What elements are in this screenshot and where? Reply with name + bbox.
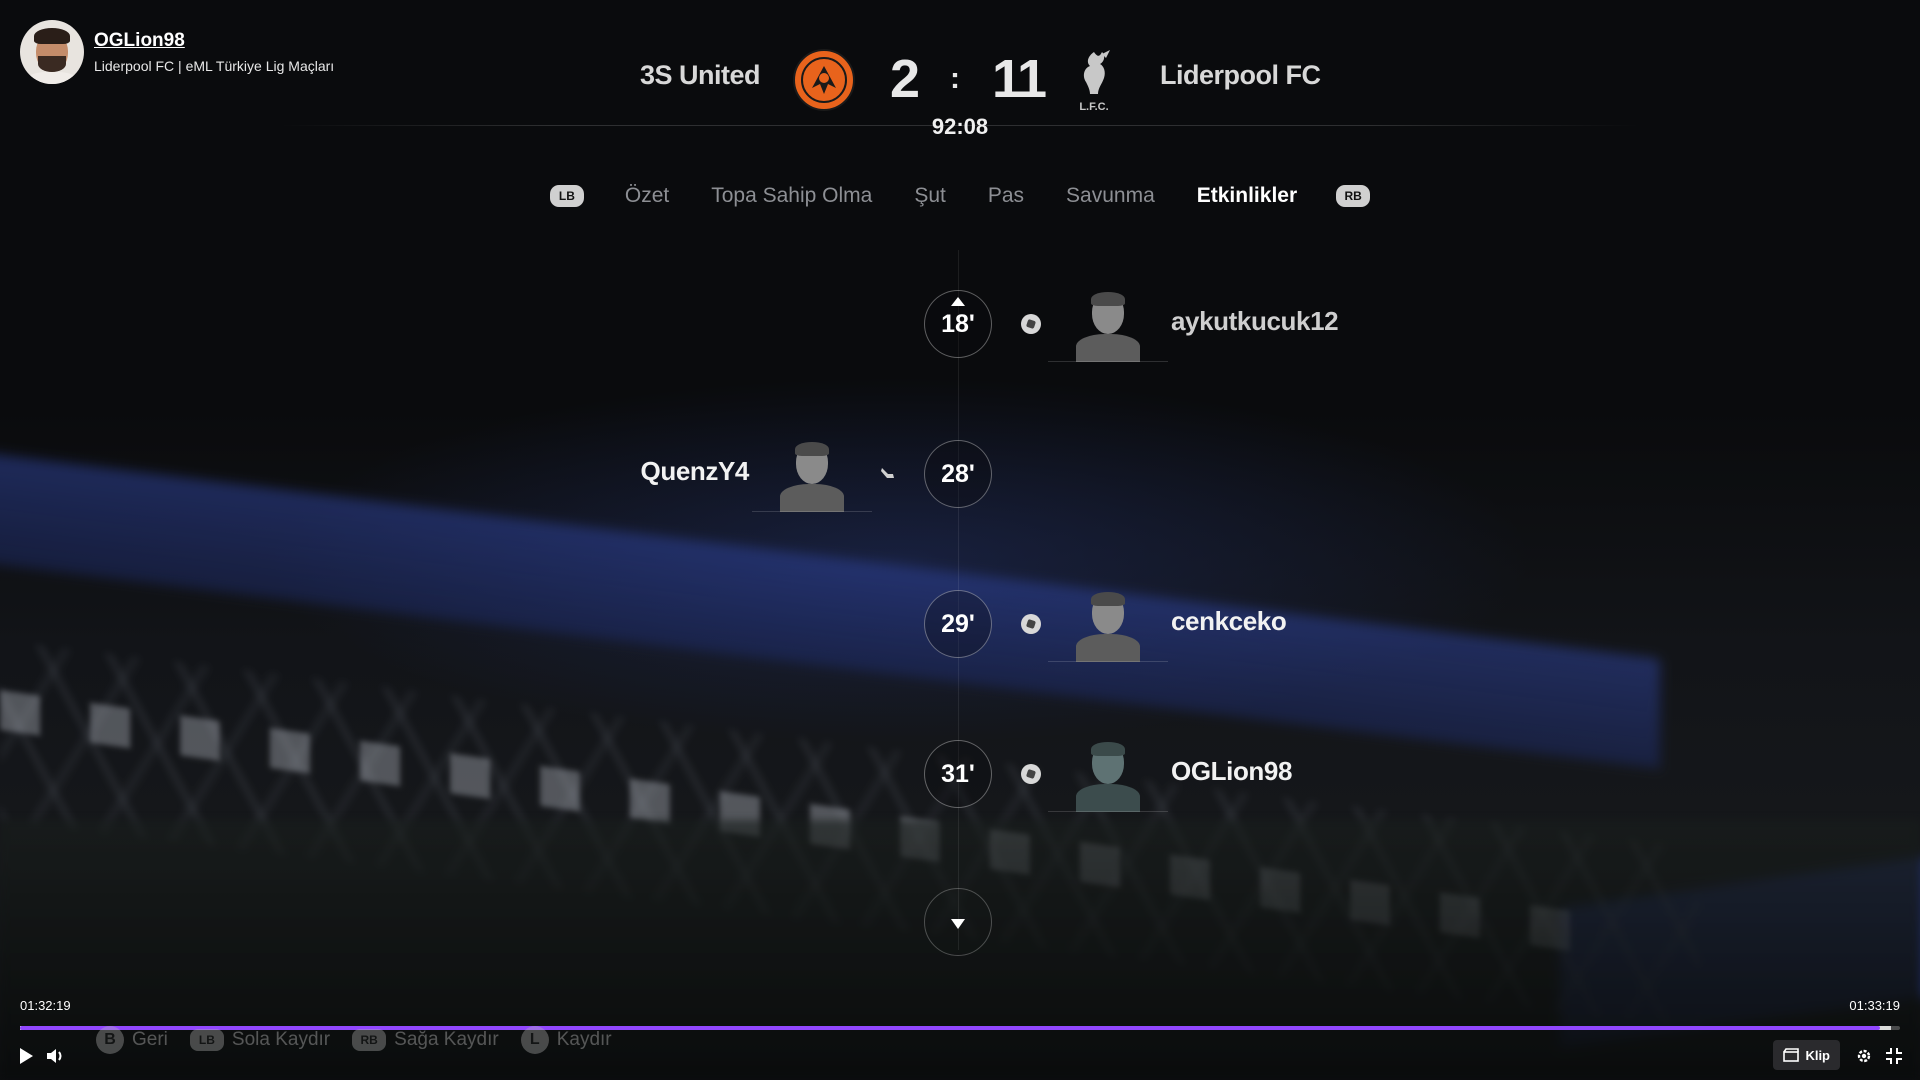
away-crest-text: L.F.C.	[1079, 101, 1108, 113]
controller-hints: B Geri LB Sola Kaydır RB Sağa Kaydır L Kaydı…	[96, 1026, 612, 1054]
current-time: 01:32:19	[20, 998, 71, 1013]
clip-icon	[1783, 1048, 1800, 1062]
home-team-name: 3S United	[639, 60, 761, 90]
hint-scroll-left: LB Sola Kaydır	[189, 1029, 330, 1051]
scroll-up-arrow-icon[interactable]	[951, 297, 965, 306]
goal-ball-icon	[1021, 314, 1041, 334]
event-row: 29' cenkceko	[0, 584, 1920, 664]
lb-bumper-icon[interactable]: LB	[549, 185, 584, 207]
event-row: 18' aykutkucuk12	[0, 284, 1920, 364]
tab-defense[interactable]: Savunma	[1066, 184, 1155, 208]
tab-events[interactable]: Etkinlikler	[1197, 184, 1297, 208]
scoreboard: 3S United 2 : 11 L.F.C. Liderpool FC 92:…	[0, 40, 1920, 150]
exit-fullscreen-icon[interactable]	[1882, 1044, 1906, 1068]
away-score: 11	[992, 49, 1047, 109]
goal-ball-icon	[1021, 764, 1041, 784]
player-name: aykutkucuk12	[1171, 306, 1339, 336]
event-minute[interactable]: 18'	[924, 290, 992, 358]
tab-passes[interactable]: Pas	[988, 184, 1024, 208]
player-avatar	[1048, 742, 1168, 812]
hint-scroll-right: RB Sağa Kaydır	[352, 1029, 499, 1051]
play-icon[interactable]	[14, 1044, 38, 1068]
chevron-down-icon	[951, 919, 965, 929]
player-name: OGLion98	[1171, 756, 1293, 786]
event-minute[interactable]: 31'	[924, 740, 992, 808]
event-minute[interactable]: 28'	[924, 440, 992, 508]
event-row: QuenzY4 28'	[0, 434, 1920, 514]
tab-ozet[interactable]: Özet	[625, 184, 669, 208]
player-avatar	[1048, 292, 1168, 362]
event-row: 31' OGLion98	[0, 734, 1920, 814]
rb-bumper-icon[interactable]: RB	[1336, 185, 1371, 207]
player-name: QuenzY4	[640, 456, 750, 486]
volume-icon[interactable]	[44, 1044, 68, 1068]
settings-icon[interactable]	[1852, 1044, 1876, 1068]
hint-scroll: L Kaydır	[520, 1026, 612, 1054]
event-minute[interactable]: 29'	[924, 590, 992, 658]
clip-button[interactable]: Klip	[1773, 1040, 1840, 1070]
end-time: 01:33:19	[1849, 998, 1900, 1013]
tab-possession[interactable]: Topa Sahip Olma	[711, 184, 872, 208]
player-name: cenkceko	[1171, 606, 1287, 636]
assist-boot-icon	[881, 468, 894, 478]
home-score: 2	[890, 49, 921, 109]
tab-shots[interactable]: Şut	[914, 184, 946, 208]
hint-back: B Geri	[96, 1026, 168, 1054]
away-team-name: Liderpool FC	[1160, 60, 1321, 90]
score-separator: :	[950, 62, 960, 95]
goal-ball-icon	[1021, 614, 1041, 634]
away-team-liverbird-crest-icon: L.F.C.	[1079, 50, 1110, 113]
player-avatar	[752, 442, 872, 512]
scroll-down-button[interactable]	[924, 888, 992, 956]
home-team-crest-icon	[793, 49, 855, 111]
player-avatar	[1048, 592, 1168, 662]
stats-tab-bar: LB Özet Topa Sahip Olma Şut Pas Savunma …	[0, 184, 1920, 208]
match-clock: 92:08	[931, 114, 989, 139]
clip-label: Klip	[1805, 1047, 1830, 1063]
